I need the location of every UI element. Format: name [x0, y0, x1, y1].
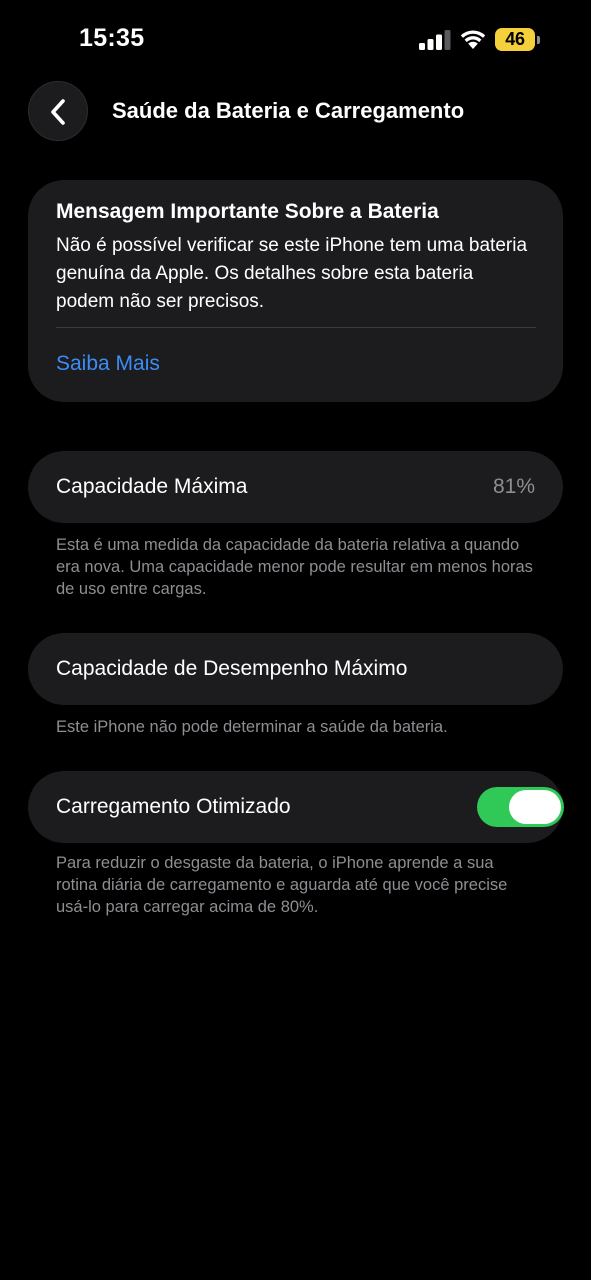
- wifi-icon: [460, 30, 486, 49]
- cellular-signal-icon: [419, 30, 451, 50]
- notice-body: Não é possível verificar se este iPhone …: [56, 235, 528, 312]
- divider: [56, 327, 536, 328]
- toggle-knob: [509, 790, 561, 824]
- max-capacity-value: 81%: [492, 475, 535, 498]
- optimized-charging-row: Carregamento Otimizado: [28, 771, 564, 843]
- max-capacity-row: Capacidade Máxima 81%: [28, 451, 563, 523]
- battery-level: 46: [505, 29, 525, 49]
- optimized-charging-label: Carregamento Otimizado: [56, 795, 291, 818]
- learn-more-link[interactable]: Saiba Mais: [56, 352, 160, 376]
- max-capacity-footnote: Esta é uma medida da capacidade da bater…: [56, 536, 533, 598]
- battery-notice-card: Mensagem Importante Sobre a Bateria Não …: [28, 180, 563, 402]
- status-time: 15:35: [79, 24, 145, 52]
- max-capacity-label: Capacidade Máxima: [56, 475, 248, 498]
- optimized-charging-footnote: Para reduzir o desgaste da bateria, o iP…: [56, 854, 508, 916]
- notice-title: Mensagem Importante Sobre a Bateria: [56, 200, 439, 223]
- optimized-charging-toggle[interactable]: [477, 787, 564, 827]
- battery-indicator: 46: [495, 28, 541, 52]
- peak-performance-footnote: Este iPhone não pode determinar a saúde …: [56, 718, 448, 736]
- page-title: Saúde da Bateria e Carregamento: [112, 98, 465, 123]
- chevron-left-icon: [51, 99, 65, 125]
- battery-cap: [537, 36, 540, 44]
- back-button[interactable]: [28, 81, 88, 141]
- peak-performance-label: Capacidade de Desempenho Máximo: [56, 657, 408, 680]
- peak-performance-row: Capacidade de Desempenho Máximo: [28, 633, 563, 705]
- status-bar: 15:35 46: [0, 0, 591, 80]
